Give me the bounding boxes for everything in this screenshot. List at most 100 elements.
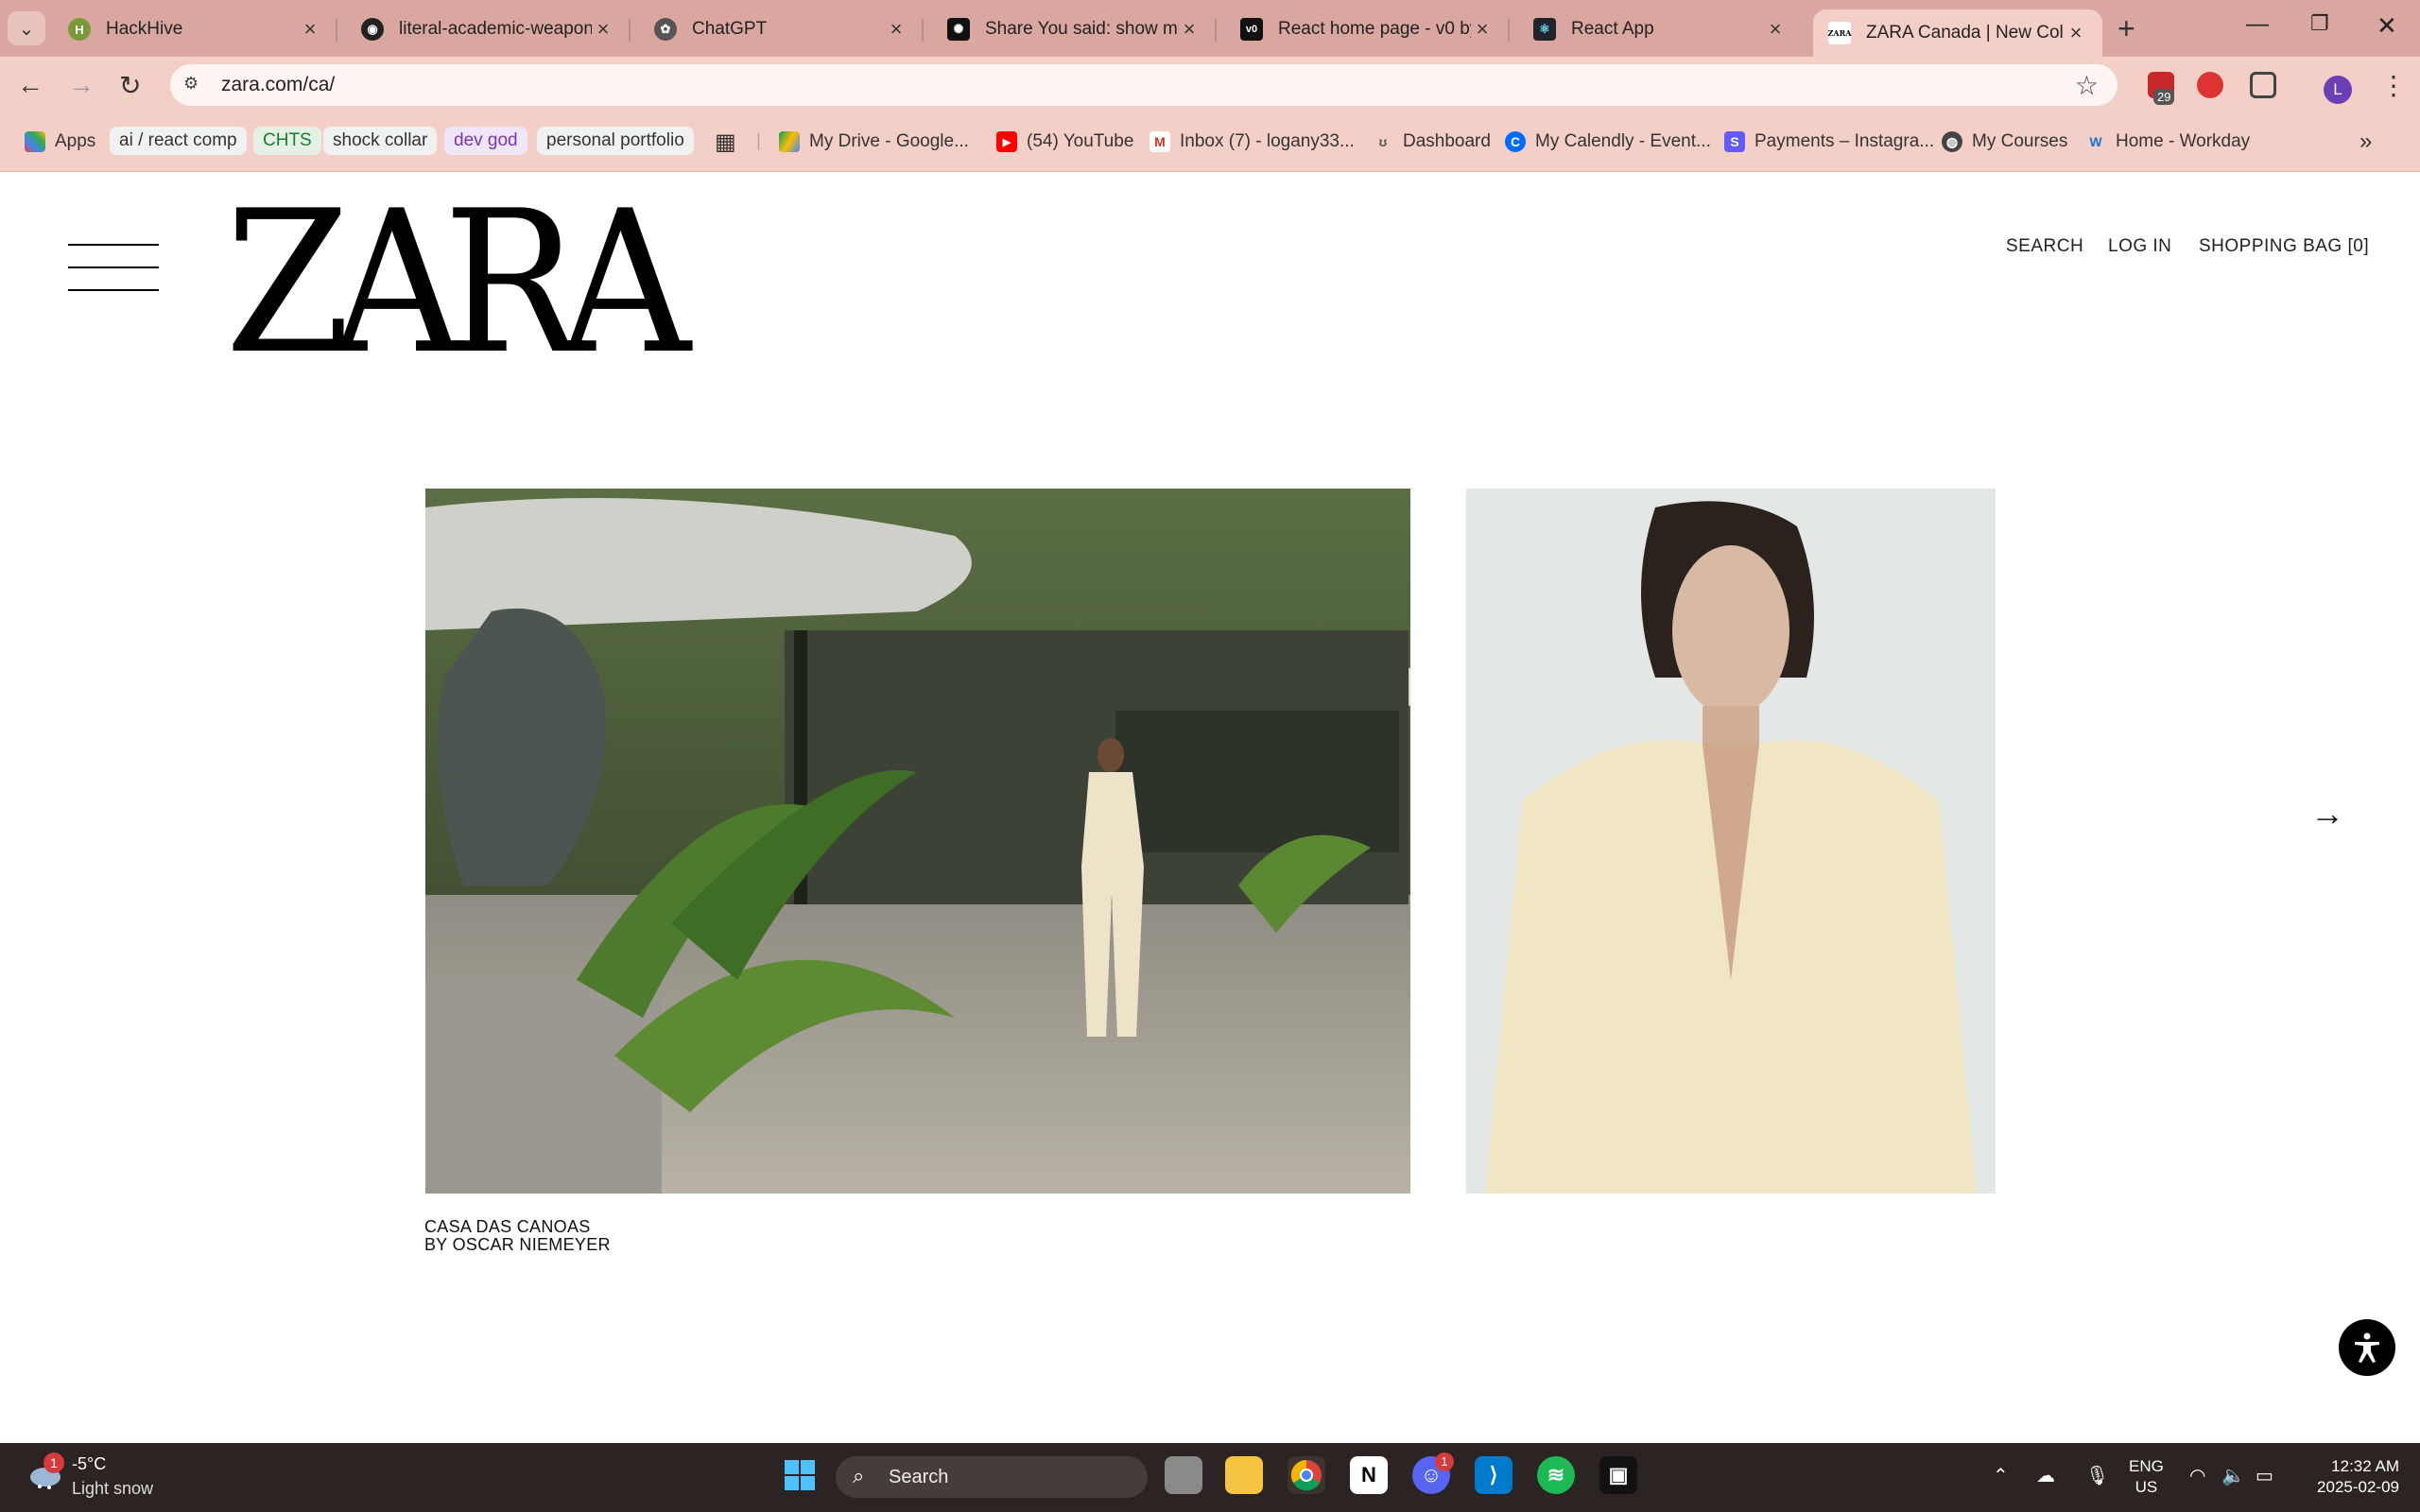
- browser-menu-icon[interactable]: ⋮: [2380, 70, 2407, 101]
- extension-red-icon[interactable]: [2197, 72, 2223, 98]
- browser-tab-bar: ⌄ H HackHive × ◉ literal-academic-weapon…: [0, 0, 2420, 57]
- restore-icon[interactable]: ❐: [2310, 11, 2329, 36]
- bookmark-chip-chts[interactable]: CHTS: [253, 127, 321, 155]
- chatgpt-icon: ✿: [654, 18, 677, 41]
- bookmark-star-icon[interactable]: ☆: [2075, 70, 2099, 101]
- region-code: US: [2135, 1478, 2158, 1496]
- bookmark-label: Dashboard: [1403, 131, 1491, 151]
- hero-image-casa-das-canoas[interactable]: [425, 489, 1410, 1194]
- tab-github[interactable]: ◉ literal-academic-weapon/ ×: [346, 9, 631, 49]
- zara-logo[interactable]: ZARA: [225, 185, 691, 382]
- bookmark-label: My Drive - Google...: [809, 131, 969, 151]
- show-hidden-icons-chevron-icon[interactable]: ⌃: [1993, 1464, 2009, 1487]
- bookmark-workday[interactable]: W Home - Workday: [2085, 127, 2250, 157]
- profile-avatar[interactable]: L: [2324, 76, 2352, 104]
- bookmark-stripe[interactable]: S Payments – Instagra...: [1724, 127, 1934, 157]
- volume-icon[interactable]: 🔈: [2221, 1464, 2245, 1487]
- microphone-icon[interactable]: 🎙: [2085, 1464, 2109, 1487]
- more-bookmarks-icon[interactable]: »: [2360, 127, 2372, 157]
- weather-description[interactable]: Light snow: [72, 1479, 153, 1499]
- tab-share[interactable]: ✺ Share You said: show me ×: [932, 9, 1217, 49]
- hero-caption[interactable]: CASA DAS CANOAS BY OSCAR NIEMEYER: [424, 1218, 611, 1254]
- weather-temperature[interactable]: -5°C: [72, 1454, 106, 1474]
- extensions-puzzle-icon[interactable]: [2250, 72, 2276, 98]
- bookmark-youtube[interactable]: ▶ (54) YouTube: [996, 127, 1133, 157]
- bookmark-label: Payments – Instagra...: [1754, 131, 1935, 151]
- task-view-icon[interactable]: [1165, 1456, 1202, 1494]
- address-bar[interactable]: ⚙ zara.com/ca/ ☆: [170, 64, 2118, 106]
- tab-label: React home page - v0 by: [1278, 19, 1471, 39]
- accessibility-button[interactable]: [2339, 1319, 2395, 1376]
- accessibility-icon: [2355, 1332, 2379, 1363]
- carousel-next-arrow-icon[interactable]: →: [2310, 794, 2344, 833]
- file-explorer-icon[interactable]: [1225, 1456, 1263, 1494]
- portrait-illustration: [1466, 489, 1996, 1194]
- menu-hamburger-icon[interactable]: [68, 244, 159, 293]
- chrome-icon[interactable]: [1288, 1456, 1325, 1494]
- taskbar-search-box[interactable]: ⌕ Search: [836, 1456, 1148, 1498]
- tab-hackhive[interactable]: H HackHive ×: [53, 9, 337, 49]
- close-icon[interactable]: ×: [2065, 21, 2087, 45]
- extension-badge: 29: [2153, 89, 2175, 105]
- bookmark-my-courses[interactable]: ◍ My Courses: [1942, 127, 2067, 157]
- workday-icon: W: [2089, 134, 2102, 149]
- close-icon[interactable]: ×: [299, 17, 321, 42]
- search-placeholder: Search: [889, 1467, 949, 1487]
- spotify-icon[interactable]: ≋: [1537, 1456, 1575, 1494]
- nav-shopping-bag[interactable]: SHOPPING BAG [0]: [2199, 236, 2369, 257]
- tab-label: React App: [1571, 19, 1654, 39]
- bookmark-apps[interactable]: Apps: [25, 127, 95, 157]
- app-box-icon[interactable]: ▣: [1599, 1456, 1637, 1494]
- close-icon[interactable]: ×: [1764, 17, 1787, 42]
- tab-chatgpt[interactable]: ✿ ChatGPT ×: [639, 9, 924, 49]
- back-arrow-icon[interactable]: ←: [17, 70, 43, 100]
- bookmark-chip-dev-god[interactable]: dev god: [444, 127, 527, 155]
- stripe-icon: S: [1724, 131, 1745, 152]
- close-icon[interactable]: ×: [1471, 17, 1494, 42]
- battery-icon[interactable]: ▭: [2256, 1464, 2273, 1487]
- nav-search[interactable]: SEARCH: [2006, 236, 2083, 257]
- react-icon: ⚛: [1533, 18, 1556, 41]
- tab-search-button[interactable]: ⌄: [8, 11, 45, 45]
- bookmark-label: Inbox (7) - logany33...: [1180, 131, 1355, 151]
- notion-icon[interactable]: N: [1350, 1456, 1388, 1494]
- bookmark-chip-personal-portfolio[interactable]: personal portfolio: [537, 127, 694, 155]
- windows-start-icon[interactable]: [781, 1456, 819, 1494]
- wifi-icon[interactable]: ◠: [2189, 1464, 2205, 1487]
- forward-arrow-icon[interactable]: →: [68, 70, 95, 100]
- vscode-icon[interactable]: ⟩: [1475, 1456, 1512, 1494]
- close-icon[interactable]: ×: [885, 17, 908, 42]
- zara-icon: ZARA: [1828, 22, 1851, 44]
- weather-badge: 1: [43, 1452, 64, 1473]
- browser-toolbar: ← → ↻ ⚙ zara.com/ca/ ☆ 29: [0, 57, 2420, 113]
- language-indicator[interactable]: ENG US: [2129, 1456, 2164, 1498]
- reload-icon[interactable]: ↻: [119, 70, 141, 101]
- nav-login[interactable]: LOG IN: [2108, 236, 2171, 257]
- tab-v0[interactable]: v0 React home page - v0 by ×: [1225, 9, 1510, 49]
- bookmark-gmail[interactable]: M Inbox (7) - logany33...: [1150, 127, 1355, 157]
- tab-label: ZARA Canada | New Colle: [1866, 23, 2065, 43]
- caption-line-2: BY OSCAR NIEMEYER: [424, 1235, 611, 1254]
- bookmark-chip-ai-react[interactable]: ai / react comp: [110, 127, 247, 155]
- tab-label: HackHive: [106, 19, 183, 39]
- url-text[interactable]: zara.com/ca/: [221, 74, 335, 96]
- hero-image-portrait[interactable]: [1466, 489, 1996, 1194]
- tab-groups-icon[interactable]: ▦: [715, 127, 736, 157]
- new-tab-button[interactable]: +: [2118, 11, 2135, 46]
- tab-zara[interactable]: ZARA ZARA Canada | New Colle ×: [1813, 9, 2102, 57]
- minimize-icon[interactable]: —: [2246, 11, 2269, 38]
- tab-react-app[interactable]: ⚛ React App ×: [1518, 9, 1802, 49]
- bookmark-chip-shock-collar[interactable]: shock collar: [323, 127, 438, 155]
- caption-line-1: CASA DAS CANOAS: [424, 1217, 591, 1236]
- bookmark-google-drive[interactable]: My Drive - Google...: [779, 127, 969, 157]
- close-icon[interactable]: ×: [1178, 17, 1201, 42]
- close-icon[interactable]: ×: [592, 17, 614, 42]
- bookmark-label: My Courses: [1972, 131, 2068, 151]
- site-settings-icon[interactable]: ⚙: [183, 74, 208, 96]
- bookmark-calendly[interactable]: C My Calendly - Event...: [1505, 127, 1711, 157]
- window-close-icon[interactable]: ✕: [2377, 11, 2397, 41]
- bookmark-label: (54) YouTube: [1027, 131, 1134, 151]
- onedrive-cloud-icon[interactable]: ☁: [2036, 1464, 2055, 1487]
- bookmark-dashboard[interactable]: ʊ Dashboard: [1373, 127, 1491, 157]
- system-clock[interactable]: 12:32 AM 2025-02-09: [2301, 1456, 2399, 1498]
